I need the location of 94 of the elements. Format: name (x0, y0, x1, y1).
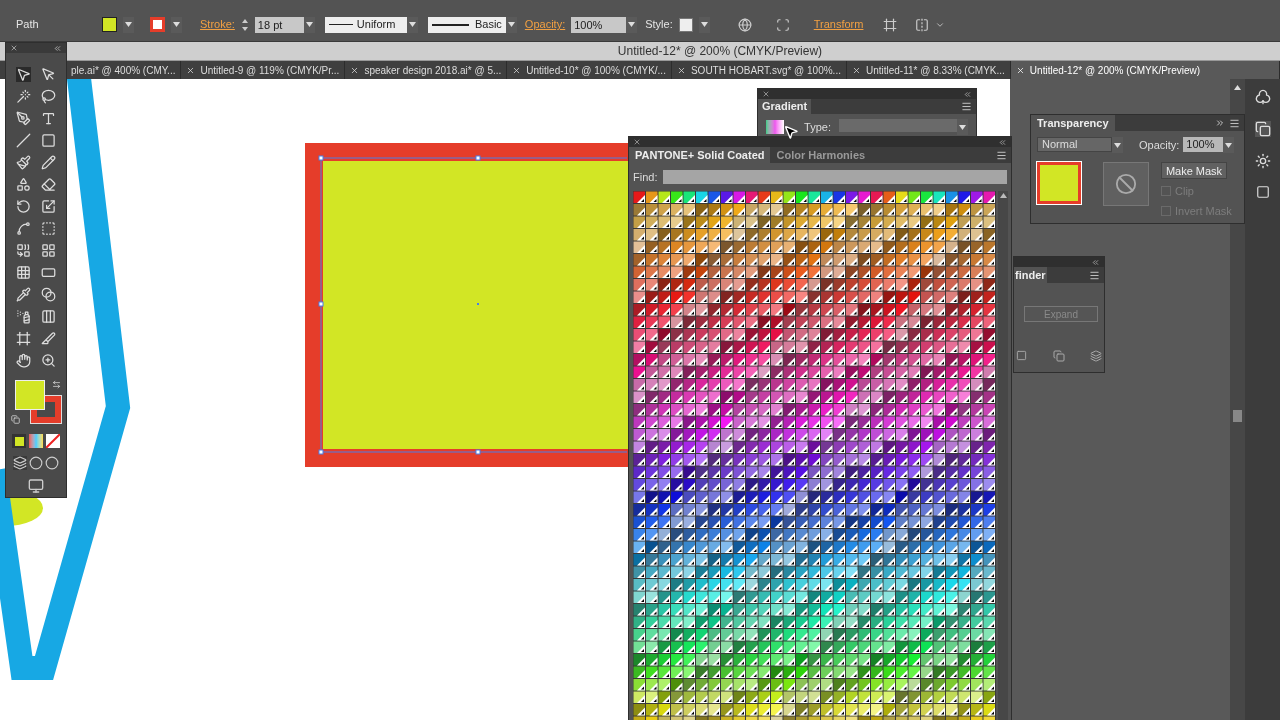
close-icon[interactable] (633, 138, 641, 146)
fill-color-swatch[interactable] (15, 380, 45, 410)
panel-tab[interactable]: finder (1014, 267, 1047, 283)
style-swatch[interactable] (678, 17, 693, 32)
rectangle-tool-icon[interactable] (41, 133, 56, 148)
collapse-icon[interactable] (963, 89, 972, 99)
stroke-color-swatch[interactable] (31, 396, 61, 423)
eyedropper-icon[interactable] (16, 287, 31, 302)
document-tab[interactable]: Untitled-12* @ 200% (CMYK/Preview) (1010, 61, 1280, 79)
window-title: Untitled-12* @ 200% (CMYK/Preview) (617, 43, 823, 60)
selection-tool-icon[interactable] (16, 67, 31, 82)
panel-tab[interactable]: PANTONE+ Solid Coated (629, 147, 771, 163)
find-label: Find: (633, 170, 658, 185)
swap-icon[interactable] (52, 380, 61, 389)
none-mode-button[interactable] (46, 434, 60, 448)
magic-wand-icon[interactable] (16, 89, 31, 104)
type-tool-icon[interactable] (41, 111, 56, 126)
rotate-tool-icon[interactable] (16, 199, 31, 214)
shaper-tool-icon[interactable] (16, 177, 31, 192)
stepper-icon[interactable] (240, 17, 249, 32)
panel-tab[interactable]: Gradient (758, 99, 812, 114)
recolor-icon[interactable] (737, 17, 752, 32)
direct-selection-tool-icon[interactable] (41, 67, 56, 82)
collapse-icon[interactable] (53, 43, 62, 53)
opacity-field[interactable]: 100% (571, 16, 627, 33)
gradient-tool-icon[interactable] (41, 265, 56, 280)
selection-label: Path (16, 17, 40, 33)
eraser-icon[interactable] (41, 177, 56, 192)
stroke-link[interactable]: Stroke: (200, 16, 235, 33)
symbols-icon[interactable] (1254, 89, 1271, 105)
scroll-thumb[interactable] (1233, 410, 1242, 422)
collapse-icon[interactable] (998, 137, 1007, 147)
scrollbar[interactable] (998, 190, 1008, 720)
scroll-up-icon[interactable] (1234, 85, 1241, 90)
transform-link[interactable]: Transform (813, 16, 864, 33)
close-icon[interactable] (851, 65, 861, 75)
close-icon[interactable] (762, 90, 770, 98)
transform-icon[interactable] (1255, 185, 1270, 199)
opacity-field[interactable]: 100% (1183, 137, 1224, 153)
cursor-icon (783, 124, 799, 140)
close-icon[interactable] (10, 44, 18, 52)
panel-menu-icon[interactable] (1089, 269, 1100, 281)
symbol-sprayer-icon[interactable] (16, 309, 31, 324)
artboard-icon[interactable] (883, 17, 898, 32)
panel-tab[interactable]: Transparency (1031, 115, 1115, 131)
opacity-link[interactable]: Opacity: (524, 16, 566, 33)
brush-dropdown[interactable]: Basic (427, 16, 506, 33)
object-thumbnail[interactable] (1037, 161, 1081, 204)
find-field[interactable] (663, 170, 1007, 185)
scale-tool-icon[interactable] (41, 199, 56, 214)
blend-mode-dropdown[interactable]: Normal (1037, 137, 1112, 153)
scroll-up-icon[interactable] (999, 192, 1007, 198)
perspective-grid-icon[interactable] (41, 243, 56, 258)
pencil-icon[interactable] (41, 155, 56, 170)
line-tool-icon[interactable] (16, 133, 31, 148)
collapse-icon[interactable] (1091, 257, 1100, 267)
panel-menu-icon[interactable] (996, 149, 1007, 161)
zoom-tool-icon[interactable] (41, 353, 56, 368)
gradient-swatch[interactable] (766, 120, 785, 135)
pen-tool-icon[interactable] (16, 111, 31, 126)
stroke-swatch[interactable] (150, 17, 165, 32)
close-icon[interactable] (676, 65, 686, 75)
frame-icon[interactable] (775, 17, 790, 32)
hand-tool-icon[interactable] (16, 353, 31, 368)
make-mask-button[interactable]: Make Mask (1161, 161, 1227, 179)
flip-icon[interactable] (915, 17, 930, 32)
paintbrush-icon[interactable] (16, 155, 31, 170)
appearance-icon[interactable] (1254, 153, 1271, 169)
blend-tool-icon[interactable] (41, 287, 56, 302)
lasso-icon[interactable] (41, 89, 56, 104)
fill-swatch[interactable] (102, 17, 117, 32)
panel-menu-icon[interactable] (961, 101, 972, 112)
graph-tool-icon[interactable] (41, 309, 56, 324)
expand-icon[interactable] (1215, 118, 1225, 128)
color-mode-button[interactable] (12, 434, 26, 448)
width-tool-icon[interactable] (16, 221, 31, 236)
artboard-tool-icon[interactable] (16, 331, 31, 346)
screen-mode-icon[interactable] (28, 478, 44, 494)
stroke-weight-field[interactable]: 18 pt (254, 16, 304, 33)
no-mask-icon (1115, 172, 1137, 195)
slice-tool-icon[interactable] (41, 331, 56, 346)
style-label: Style: (645, 17, 673, 33)
free-transform-icon[interactable] (41, 221, 56, 236)
panel-menu-icon[interactable] (1229, 117, 1240, 129)
mesh-tool-icon[interactable] (16, 265, 31, 280)
profile-dropdown[interactable]: Uniform (324, 16, 407, 33)
close-icon[interactable] (512, 65, 522, 75)
mask-thumbnail[interactable] (1103, 161, 1149, 206)
type-label: Type: (804, 120, 831, 135)
opacity-label: Opacity: (1139, 138, 1180, 153)
close-icon[interactable] (1015, 65, 1025, 75)
close-icon[interactable] (186, 65, 196, 75)
shape-builder-icon[interactable] (16, 243, 31, 258)
close-icon[interactable] (350, 65, 360, 75)
